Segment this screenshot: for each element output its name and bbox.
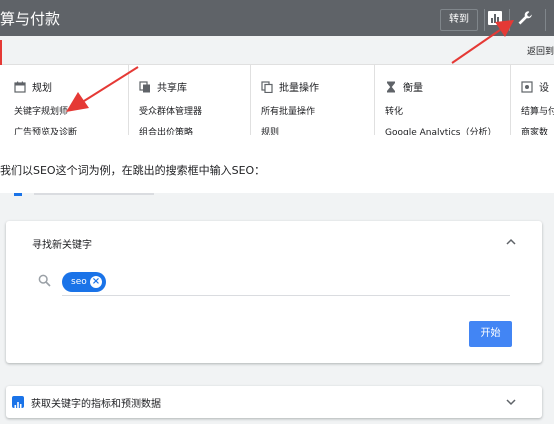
- library-icon: [139, 81, 150, 93]
- menu-item-conversions[interactable]: 转化: [385, 104, 403, 117]
- menu-heading-label: 规划: [32, 83, 52, 94]
- find-keywords-card: 寻找新关键字 seo × 开始: [6, 221, 542, 363]
- wrench-icon[interactable]: [517, 10, 533, 26]
- menu-heading: 共享库: [139, 79, 187, 94]
- menu-column-planning: 规划 关键字规划师 广告预览及诊断: [0, 65, 128, 138]
- menu-item-keyword-planner[interactable]: 关键字规划师: [14, 104, 68, 117]
- start-button[interactable]: 开始: [469, 321, 512, 347]
- bar-chart-icon: [12, 396, 24, 409]
- close-icon[interactable]: ×: [90, 276, 102, 288]
- caption-text: 我们以SEO这个词为例，在跳出的搜索框中输入SEO：: [0, 164, 266, 177]
- chip-label: seo: [71, 277, 87, 287]
- partial-checkbox: [14, 193, 22, 196]
- settings-icon: [521, 81, 533, 93]
- chevron-up-icon[interactable]: [504, 235, 518, 249]
- menu-column-shared-library: 共享库 受众群体管理器 组合出价策略: [128, 65, 250, 138]
- toolbar-divider: [484, 9, 485, 31]
- menu-column-settings: 设 结算与付 商家数: [510, 65, 554, 135]
- menu-item-billing[interactable]: 结算与付: [521, 104, 554, 117]
- card-title: 寻找新关键字: [32, 240, 92, 251]
- page-title: 算与付款: [0, 10, 61, 28]
- menu-heading-label: 共享库: [157, 83, 187, 94]
- menu-item-all-bulk-actions[interactable]: 所有批量操作: [261, 104, 315, 117]
- menu-item-audience-manager[interactable]: 受众群体管理器: [139, 104, 202, 117]
- menu-column-measurement: 衡量 转化 Google Analytics（分析）: [374, 65, 510, 138]
- copy-icon: [261, 81, 273, 93]
- annotation-marker: [0, 40, 2, 66]
- menu-heading: 规划: [14, 79, 52, 94]
- menu-column-bulk-actions: 批量操作 所有批量操作 规则: [250, 65, 374, 138]
- top-app-bar: 算与付款 转到: [0, 0, 554, 36]
- search-icon: [38, 274, 51, 287]
- calendar-icon: [14, 81, 26, 93]
- back-link[interactable]: 返回到: [527, 44, 554, 57]
- forecast-card[interactable]: 获取关键字的指标和预测数据: [6, 386, 542, 418]
- menu-heading: 批量操作: [261, 79, 319, 94]
- sub-header: 返回到: [0, 36, 554, 65]
- toolbar-divider: [509, 9, 510, 31]
- card-title: 获取关键字的指标和预测数据: [31, 399, 161, 410]
- tools-menu: 规划 关键字规划师 广告预览及诊断 共享库 受众群体管理器 组合出价策略 批量操…: [0, 65, 554, 138]
- keyword-chip[interactable]: seo ×: [62, 272, 106, 292]
- chevron-down-icon[interactable]: [504, 395, 518, 409]
- hourglass-icon: [387, 81, 395, 93]
- bar-chart-icon[interactable]: [488, 11, 502, 25]
- partial-text: [34, 193, 154, 195]
- menu-heading-label: 批量操作: [279, 83, 319, 94]
- menu-heading-label: 衡量: [403, 83, 423, 94]
- keyword-input-underline[interactable]: [62, 295, 510, 296]
- menu-heading: 衡量: [385, 79, 423, 94]
- menu-heading: 设: [521, 79, 549, 94]
- toolbar-divider: [545, 9, 546, 31]
- menu-item-merchant[interactable]: 商家数: [521, 125, 548, 135]
- menu-heading-label: 设: [539, 83, 549, 94]
- keyword-planner-panel: 寻找新关键字 seo × 开始 获取关键字的指标和预测数据: [0, 193, 554, 424]
- goto-button[interactable]: 转到: [440, 9, 478, 31]
